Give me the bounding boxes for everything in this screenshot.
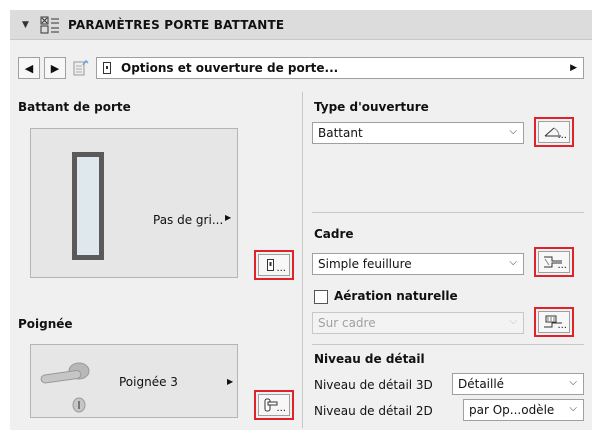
door-page-icon [103,62,111,74]
door-leaf-thumbnail-icon [72,152,104,260]
handle-settings-button[interactable]: ... [254,390,294,420]
natural-ventilation-checkbox[interactable] [314,290,328,304]
natural-ventilation-label: Aération naturelle [334,289,458,303]
ventilation-location-select[interactable]: Sur cadre ⌵ [312,312,524,334]
detail-2d-label: Niveau de détail 2D [314,404,433,418]
divider-frame [312,212,584,213]
ventilation-ellipsis: ... [557,320,567,331]
door-leaf-preview-text: Pas de gri... [153,213,224,227]
chevron-down-icon: ⌵ [509,126,517,137]
collapse-arrow-icon[interactable]: ▼ [22,20,32,30]
previous-arrow-icon: ◀ [24,61,34,75]
divider-detail [312,344,584,345]
ventilation-settings-button[interactable]: ... [534,307,574,337]
opening-type-ellipsis: ... [557,130,567,141]
next-page-button[interactable]: ▶ [44,57,66,79]
handle-thumbnail-icon [40,362,90,413]
frame-ellipsis: ... [557,260,567,271]
previous-page-button[interactable]: ◀ [18,57,40,79]
handle-preview-arrow-icon: ▶ [227,377,234,386]
door-leaf-settings-button[interactable]: ... [254,250,294,280]
page-select[interactable]: Options et ouverture de porte... ▶ [96,57,584,79]
opening-type-select[interactable]: Battant ⌵ [312,122,524,144]
panel-header[interactable]: ▼ PARAMÈTRES PORTE BATTANTE [10,10,592,40]
opening-type-settings-button[interactable]: ... [534,117,574,147]
column-divider [302,92,303,428]
chevron-down-icon: ⌵ [509,257,517,268]
door-leaf-label: Battant de porte [18,100,131,114]
detail-3d-value: Détaillé [458,377,505,391]
page-list-icon[interactable] [70,57,92,79]
next-arrow-icon: ▶ [50,61,60,75]
frame-select[interactable]: Simple feuillure ⌵ [312,253,524,275]
door-settings-icon [40,16,60,34]
detail-3d-label: Niveau de détail 3D [314,378,433,392]
chevron-down-icon: ⌵ [509,316,517,327]
door-leaf-preview[interactable]: Pas de gri... ▶ [30,128,238,278]
door-leaf-small-icon [267,259,274,271]
detail-3d-select[interactable]: Détaillé ⌵ [452,373,584,395]
chevron-down-icon: ⌵ [569,377,577,388]
handle-label: Poignée [18,317,73,331]
page-toolbar: ◀ ▶ Options et ouverture de porte... ▶ [18,51,584,85]
panel-title: PARAMÈTRES PORTE BATTANTE [68,17,285,32]
ventilation-location-value: Sur cadre [318,316,376,330]
handle-preview-text: Poignée 3 [119,375,178,389]
page-select-value: Options et ouverture de porte... [121,61,339,75]
handle-preview[interactable]: Poignée 3 ▶ [30,344,238,418]
detail-2d-select[interactable]: par Op...odèle ⌵ [463,399,584,421]
opening-type-value: Battant [318,126,363,140]
frame-value: Simple feuillure [318,257,412,271]
opening-type-label: Type d'ouverture [314,100,429,114]
frame-settings-button[interactable]: ... [534,247,574,277]
detail-level-title: Niveau de détail [314,352,425,366]
door-leaf-preview-arrow-icon: ▶ [225,213,232,222]
handle-ellipsis: ... [276,403,286,414]
frame-label: Cadre [314,227,354,241]
door-leaf-ellipsis: ... [276,263,286,274]
page-select-arrow-icon: ▶ [570,63,577,73]
detail-2d-value: par Op...odèle [469,403,555,417]
chevron-down-icon: ⌵ [569,403,577,414]
